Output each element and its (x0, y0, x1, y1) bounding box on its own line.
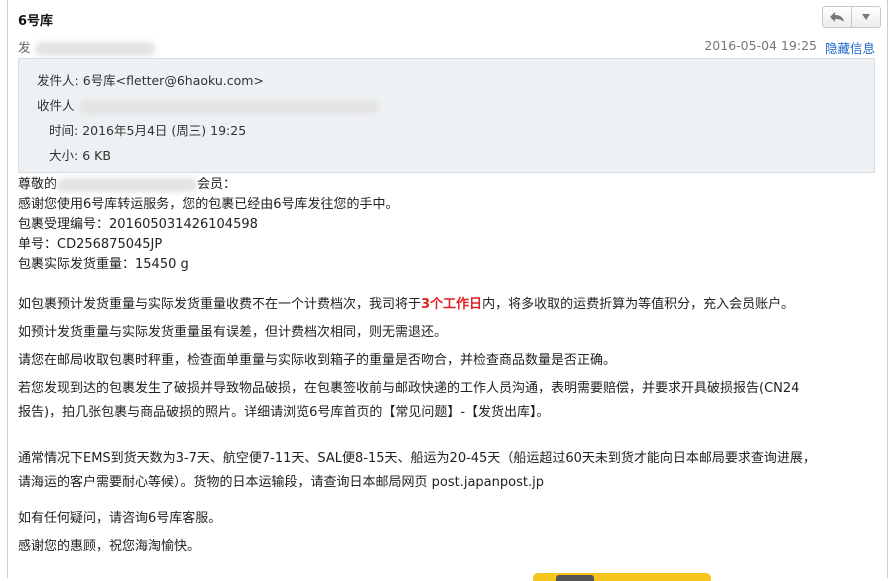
size-row: 大小: 6 KB (49, 145, 111, 164)
email-details-panel: 发件人: 6号库<fletter@6haoku.com> 收件人 时间: 201… (18, 58, 875, 173)
redacted-recipient (78, 99, 379, 114)
from-email: <fletter@6haoku.com> (115, 73, 264, 88)
size-label: 大小: (49, 148, 79, 163)
reply-icon (830, 12, 844, 22)
contact-line: 如有任何疑问，请咨询6号库客服。 (18, 511, 222, 526)
redacted-member (57, 177, 198, 192)
to-row: 收件人 (37, 95, 379, 114)
refund-paragraph: 如包裹预计发货重量与实际发货重量收费不在一个计费档次，我司将于3个工作日内，将多… (18, 295, 880, 315)
weight-line: 包裹实际发货重量：15450 g (18, 257, 189, 272)
no-refund-paragraph: 如预计发货重量与实际发货重量虽有误差，但计费档次相同，则无需退还。 (18, 325, 448, 340)
package-id-line: 包裹受理编号：201605031426104598 (18, 217, 258, 232)
time-value: 2016年5月4日 (周三) 19:25 (82, 123, 247, 138)
email-date: 2016-05-04 19:25 (704, 38, 817, 53)
redacted-sender (34, 41, 155, 56)
greeting-pre: 尊敬的 (18, 177, 58, 192)
chevron-down-icon (862, 14, 870, 20)
reply-button[interactable] (823, 7, 851, 27)
to-label: 收件人 (37, 98, 75, 113)
damage-paragraph-line1: 若您发现到达的包裹发生了破损并导致物品破损，在包裹签收前与邮政快递的工作人员沟通… (18, 381, 800, 396)
check-weight-paragraph: 请您在邮局收取包裹时秤重，检查面单重量与实际收到箱子的重量是否吻合，并检查商品数… (18, 353, 617, 368)
greeting-post: 会员： (197, 177, 237, 192)
damage-paragraph-line2: 报告)，拍几张包裹与商品破损的照片。详细请浏览6号库首页的【常见问题】-【发货出… (18, 405, 550, 420)
sender-summary: 发 (18, 37, 155, 56)
email-view: 6号库 发 2016-05-04 19:25 隐藏信息 发件人: 6号库<fle… (7, 0, 888, 581)
message-nav (822, 6, 881, 28)
tracking-number-line: 单号：CD256875045JP (18, 237, 163, 252)
shipping-time-line1: 通常情况下EMS到货天数为3-7天、航空便7-11天、SAL便8-15天、船运为… (18, 451, 816, 466)
sender-summary-label: 发 (18, 40, 31, 55)
time-label: 时间: (49, 123, 79, 138)
refund-post: 内，将多收取的运费折算为等值积分，充入会员账户。 (482, 297, 795, 312)
email-body: 尊敬的 会员： 感谢您使用6号库转运服务，您的包裹已经由6号库发往您的手中。 包裹… (18, 175, 880, 557)
email-subject: 6号库 (18, 14, 54, 29)
from-row: 发件人: 6号库<fletter@6haoku.com> (37, 70, 264, 89)
from-name: 6号库 (82, 73, 116, 88)
refund-pre: 如包裹预计发货重量与实际发货重量收费不在一个计费档次，我司将于 (18, 297, 422, 312)
size-value: 6 KB (82, 148, 111, 163)
more-menu-button[interactable] (851, 7, 880, 27)
shipping-time-line2: 请海运的客户需要耐心等候）。货物的日本运输段，请查询日本邮局网页 post.ja… (18, 475, 544, 490)
closing-line: 感谢您的惠顾，祝您海淘愉快。 (18, 539, 201, 554)
logo-shape (556, 575, 594, 581)
greeting: 尊敬的 会员： (18, 175, 880, 195)
time-row: 时间: 2016年5月4日 (周三) 19:25 (49, 120, 246, 139)
logo-image (533, 573, 711, 581)
hide-info-link[interactable]: 隐藏信息 (825, 38, 875, 57)
refund-highlight: 3个工作日 (421, 297, 483, 312)
thanks-line: 感谢您使用6号库转运服务，您的包裹已经由6号库发往您的手中。 (18, 197, 399, 212)
from-label: 发件人: (37, 73, 79, 88)
